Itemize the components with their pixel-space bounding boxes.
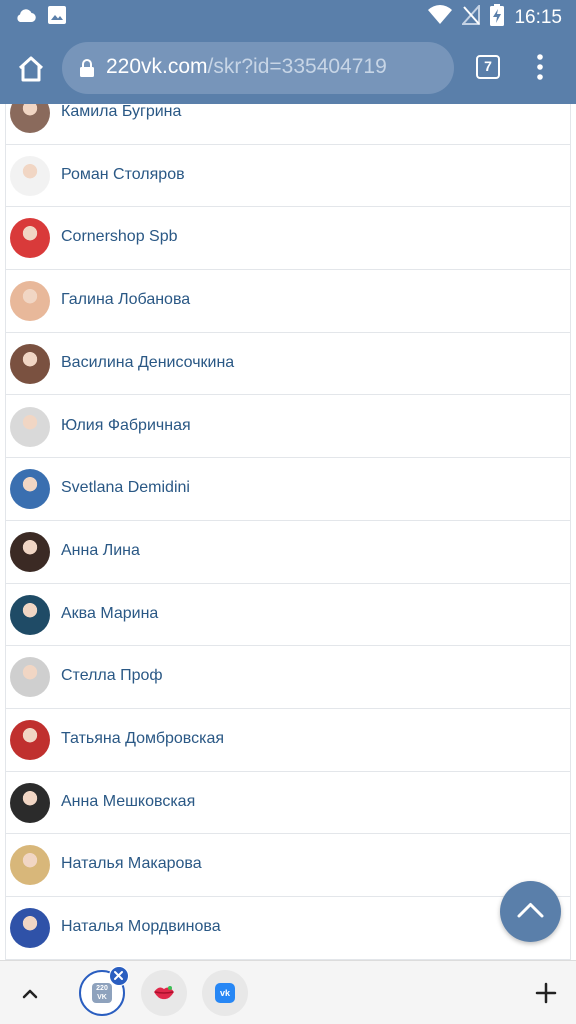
friend-row[interactable]: Камила Бугрина [5,104,571,145]
friend-row[interactable]: Анна Лина [5,521,571,584]
friend-row[interactable]: Василина Денисочкина [5,333,571,396]
avatar[interactable] [10,218,50,259]
chevron-up-icon[interactable] [16,979,44,1007]
friend-row[interactable]: Галина Лобанова [5,270,571,333]
friend-name[interactable]: Аква Марина [61,605,158,623]
friend-name[interactable]: Василина Денисочкина [61,354,234,372]
vk-app-icon[interactable]: vk [202,970,248,1016]
friend-row[interactable]: Анна Мешковская [5,772,571,835]
avatar[interactable] [10,531,50,572]
friend-name[interactable]: Галина Лобанова [61,291,190,309]
tabs-icon[interactable]: 7 [476,55,500,79]
avatar[interactable] [10,281,50,322]
friend-name[interactable]: Наталья Макарова [61,855,202,873]
avatar[interactable] [10,594,50,635]
friend-name[interactable]: Svetlana Demidini [61,479,190,497]
close-badge-icon[interactable] [109,966,129,986]
friend-row[interactable]: Cornershop Spb [5,207,571,271]
friend-list: Камила Бугрина Роман Столяров Cornershop S… [5,104,571,960]
chevron-up-icon [517,903,544,918]
friend-name[interactable]: Анна Лина [61,542,140,560]
friend-name[interactable]: Юлия Фабричная [61,417,191,435]
avatar[interactable] [10,104,50,133]
no-signal-icon [461,3,481,30]
friend-name[interactable]: Анна Мешковская [61,793,195,811]
avatar[interactable] [10,657,50,698]
friend-row[interactable]: Аква Марина [5,584,571,647]
friend-name[interactable]: Наталья Мордвинова [61,918,221,936]
220vk-badge: 220 VK [92,983,112,1003]
avatar[interactable] [10,469,50,510]
wifi-icon [428,5,453,30]
avatar[interactable] [10,845,50,886]
lock-icon [80,59,94,77]
friend-name[interactable]: Стелла Проф [61,667,163,685]
friend-row[interactable]: Татьяна Домбровская [5,709,571,772]
url-host: 220vk.com [106,55,208,78]
avatar[interactable] [10,720,50,760]
friend-row[interactable]: Svetlana Demidini [5,458,571,521]
status-time: 16:15 [514,6,562,28]
friend-name[interactable]: Татьяна Домбровская [61,730,224,748]
more-menu-icon[interactable] [532,52,548,82]
plus-icon[interactable] [532,979,560,1007]
avatar[interactable] [10,155,50,196]
tab-count: 7 [484,58,492,74]
status-bar: 16:15 [0,0,576,34]
battery-charging-icon [490,4,505,31]
lips-app-icon[interactable] [141,970,187,1016]
scroll-to-top-button[interactable] [500,881,561,942]
friend-name[interactable]: Cornershop Spb [61,228,178,246]
address-bar[interactable]: 220vk.com/skr?id=335404719 [62,42,454,94]
friend-row[interactable]: Наталья Макарова [5,834,571,898]
avatar[interactable] [10,782,50,823]
url-text[interactable]: 220vk.com/skr?id=335404719 [106,55,387,79]
url-path: /skr?id=335404719 [207,55,387,78]
friend-row[interactable]: Юлия Фабричная [5,396,571,459]
friend-name[interactable]: Роман Столяров [61,166,185,184]
bottom-bar: 220 VK vk [0,960,576,1024]
friend-row[interactable]: Роман Столяров [5,145,571,208]
browser-toolbar: 220vk.com/skr?id=335404719 7 [0,34,576,104]
avatar[interactable] [10,343,50,384]
friend-row[interactable]: Наталья Мордвинова [5,897,571,960]
friend-row[interactable]: Стелла Проф [5,646,571,709]
home-icon[interactable] [14,52,48,86]
avatar[interactable] [10,406,50,447]
avatar[interactable] [10,908,50,949]
image-icon [48,6,66,29]
friend-name[interactable]: Камила Бугрина [61,104,181,121]
cloud-icon [14,7,36,28]
